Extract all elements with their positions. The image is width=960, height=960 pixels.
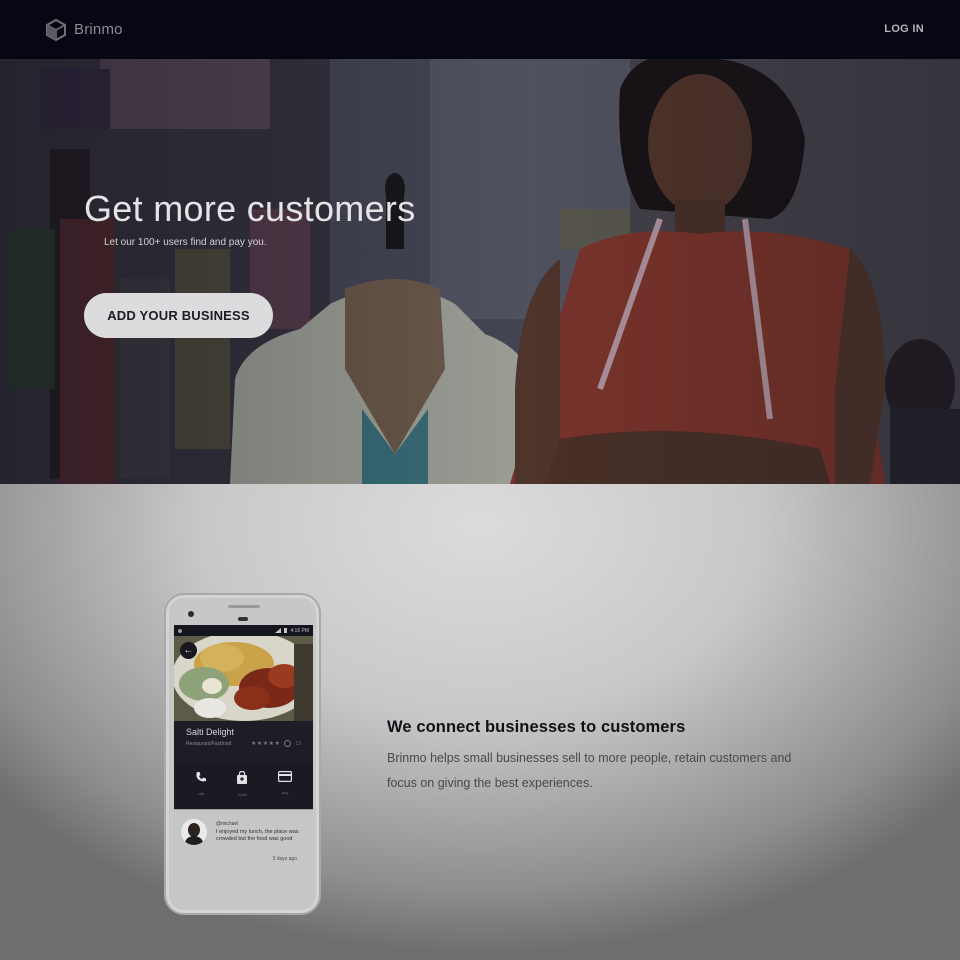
- status-time: 4:16 PM: [290, 627, 309, 634]
- call-label: call: [197, 791, 204, 796]
- review-text: I enjoyed my lunch, the place was crowde…: [216, 829, 299, 842]
- review-time: 3 days ago: [272, 856, 297, 862]
- notification-icon: [178, 628, 182, 633]
- brand-logo[interactable]: Brinmo: [46, 18, 123, 41]
- order-action[interactable]: order: [236, 771, 248, 809]
- hero-section: Get more customers Let our 100+ users fi…: [0, 59, 960, 484]
- top-nav: Brinmo LOG IN: [0, 0, 960, 59]
- cube-logo-icon: [46, 18, 66, 41]
- status-bar: 4:16 PM: [174, 625, 313, 636]
- feature-section: 4:16 PM ← Salti Delight Restaurant/Fastf…: [0, 484, 960, 960]
- feature-description: Brinmo helps small businesses sell to mo…: [387, 751, 792, 790]
- reviewer-avatar: [181, 819, 207, 845]
- reviewer-name: @michael: [216, 821, 239, 827]
- call-action[interactable]: call: [195, 771, 207, 809]
- food-photo: ←: [174, 636, 313, 721]
- business-name: Salti Delight: [186, 727, 235, 737]
- front-camera: [188, 611, 194, 617]
- order-label: order: [237, 792, 248, 797]
- business-info: Salti Delight Restaurant/Fastfood ★★★★★ …: [174, 721, 313, 763]
- phone-mockup: 4:16 PM ← Salti Delight Restaurant/Fastf…: [164, 593, 321, 915]
- battery-icon: [284, 628, 288, 633]
- reviews-icon: [284, 740, 292, 747]
- action-bar: call order pay: [174, 763, 313, 809]
- phone-screen: 4:16 PM ← Salti Delight Restaurant/Fastf…: [174, 625, 313, 881]
- shopping-bag-icon: [237, 771, 248, 784]
- pay-label: pay: [281, 790, 289, 795]
- back-arrow-button[interactable]: ←: [180, 642, 197, 659]
- phone-icon: [196, 772, 206, 782]
- rating-count: 13: [295, 740, 301, 747]
- rating-stars: ★★★★★: [251, 741, 281, 747]
- brand-name: Brinmo: [74, 21, 123, 38]
- add-business-button[interactable]: ADD YOUR BUSINESS: [84, 293, 273, 338]
- feature-title: We connect businesses to customers: [387, 718, 686, 736]
- login-link[interactable]: LOG IN: [884, 23, 924, 35]
- business-category: Restaurant/Fastfood: [186, 740, 232, 747]
- pay-action[interactable]: pay: [278, 771, 293, 809]
- hero-title: Get more customers: [84, 188, 416, 229]
- hero-subtitle: Let our 100+ users find and pay you.: [104, 237, 267, 248]
- review-card: @michael I enjoyed my lunch, the place w…: [174, 809, 313, 881]
- signal-icon: [275, 628, 282, 633]
- credit-card-icon: [278, 771, 293, 782]
